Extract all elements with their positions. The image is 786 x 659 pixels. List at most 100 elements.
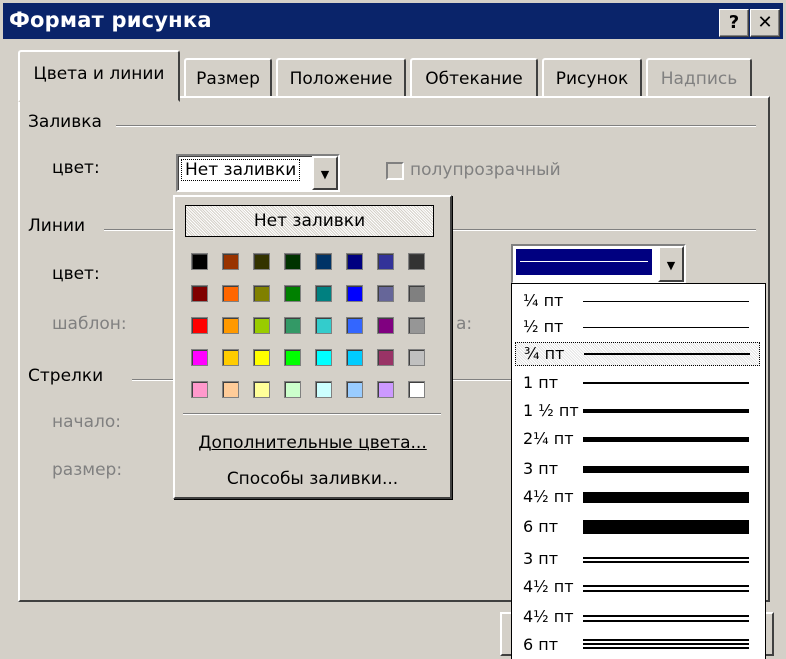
fill-color-popup: Нет заливки Дополнительные цвета... Спос… [173,195,452,499]
fill-effects-option[interactable]: Способы заливки... [175,469,450,489]
translucent-checkbox [386,162,404,180]
color-swatch[interactable] [377,285,394,302]
line-style-item[interactable]: 4½ пт [515,576,758,598]
arrow-begin-label: начало: [52,412,121,432]
line-style-label: 1 ½ пт [523,401,579,420]
fill-color-label: цвет: [52,158,100,178]
color-swatch[interactable] [253,349,270,366]
chevron-down-icon: ▼ [320,167,330,181]
line-style-sample [583,639,749,641]
color-swatch[interactable] [346,349,363,366]
line-color-combo[interactable]: ▼ [511,244,686,284]
line-style-sample [583,301,749,302]
line-style-item[interactable]: 1 пт [515,372,758,394]
color-swatch[interactable] [222,285,239,302]
color-swatch[interactable] [408,285,425,302]
line-style-item[interactable]: 3 пт [515,458,758,480]
line-style-label: 3 пт [523,549,559,568]
tab-size[interactable]: Размер [184,58,272,100]
color-swatch[interactable] [377,381,394,398]
line-style-sample [583,557,749,563]
color-swatch[interactable] [408,253,425,270]
line-style-item[interactable]: 6 пт [515,516,758,538]
line-style-label: ¾ пт [524,344,565,363]
line-style-label: 4½ пт [523,607,574,626]
color-swatch[interactable] [315,381,332,398]
no-fill-option[interactable]: Нет заливки [185,205,434,237]
color-swatch[interactable] [284,381,301,398]
color-swatch[interactable] [408,317,425,334]
fill-color-combo[interactable]: Нет заливки ▼ [176,154,340,192]
color-swatch[interactable] [377,253,394,270]
color-swatch[interactable] [222,317,239,334]
line-style-item[interactable]: ¼ пт [515,290,758,312]
color-swatch[interactable] [346,317,363,334]
arrow-size-label: размер: [52,460,123,480]
line-style-sample [583,409,749,413]
line-style-item[interactable]: 3 пт [515,548,758,570]
color-swatch[interactable] [346,381,363,398]
arrows-section-label: Стрелки [28,366,104,386]
color-swatch[interactable] [191,381,208,398]
line-style-sample [583,585,749,592]
color-swatch[interactable] [346,253,363,270]
line-style-item[interactable]: ¾ пт [515,342,760,366]
color-swatch[interactable] [191,317,208,334]
line-partial-label: а: [456,314,473,334]
line-style-label: 2¼ пт [523,429,574,448]
line-style-label: 6 пт [523,517,559,536]
color-swatch[interactable] [315,317,332,334]
help-button[interactable]: ? [719,9,749,37]
close-button[interactable]: ✕ [750,9,780,37]
lines-section-label: Линии [28,216,86,236]
color-swatch[interactable] [315,285,332,302]
more-colors-option[interactable]: Дополнительные цвета... [175,433,450,453]
line-style-label: ½ пт [523,317,564,336]
color-swatch[interactable] [253,317,270,334]
line-style-sample [583,492,749,503]
line-style-sample [583,647,749,649]
color-swatch[interactable] [284,317,301,334]
color-swatch[interactable] [222,253,239,270]
tab-colors-lines[interactable]: Цвета и линии [18,50,180,102]
dialog-title: Формат рисунка [9,8,212,32]
line-style-item[interactable]: 6 пт [515,634,758,656]
color-swatch[interactable] [191,285,208,302]
color-swatch[interactable] [222,381,239,398]
color-swatch[interactable] [222,349,239,366]
color-swatch[interactable] [408,349,425,366]
tab-text-box: Надпись [646,58,752,100]
line-style-label: 4½ пт [523,487,574,506]
fill-color-dropdown-button[interactable]: ▼ [312,156,338,190]
color-swatch[interactable] [284,285,301,302]
line-style-item[interactable]: 2¼ пт [515,428,758,450]
color-swatch[interactable] [408,381,425,398]
color-swatch[interactable] [253,285,270,302]
color-swatch[interactable] [315,349,332,366]
color-swatch[interactable] [377,317,394,334]
line-style-item[interactable]: 4½ пт [515,486,758,508]
tab-position[interactable]: Положение [276,58,406,100]
color-swatch[interactable] [191,253,208,270]
popup-separator [183,413,441,415]
line-color-dropdown-button[interactable]: ▼ [658,246,684,282]
color-swatch[interactable] [253,381,270,398]
color-swatch[interactable] [377,349,394,366]
line-style-item[interactable]: ½ пт [515,316,758,338]
color-swatch[interactable] [315,253,332,270]
color-swatch[interactable] [284,253,301,270]
tab-wrapping[interactable]: Обтекание [410,58,538,100]
color-swatch[interactable] [346,285,363,302]
color-swatch[interactable] [253,253,270,270]
line-style-label: ¼ пт [523,291,564,310]
tab-picture[interactable]: Рисунок [542,58,642,100]
title-bar[interactable]: Формат рисунка ? ✕ [3,3,783,39]
line-style-item[interactable]: 1 ½ пт [515,400,758,422]
color-swatch[interactable] [191,349,208,366]
line-style-sample [583,520,749,534]
line-style-sample [583,437,749,442]
more-colors-label: Дополнительные цвета... [198,433,427,453]
color-swatch[interactable] [284,349,301,366]
line-style-item[interactable]: 4½ пт [515,606,758,628]
line-style-label: 4½ пт [523,577,574,596]
